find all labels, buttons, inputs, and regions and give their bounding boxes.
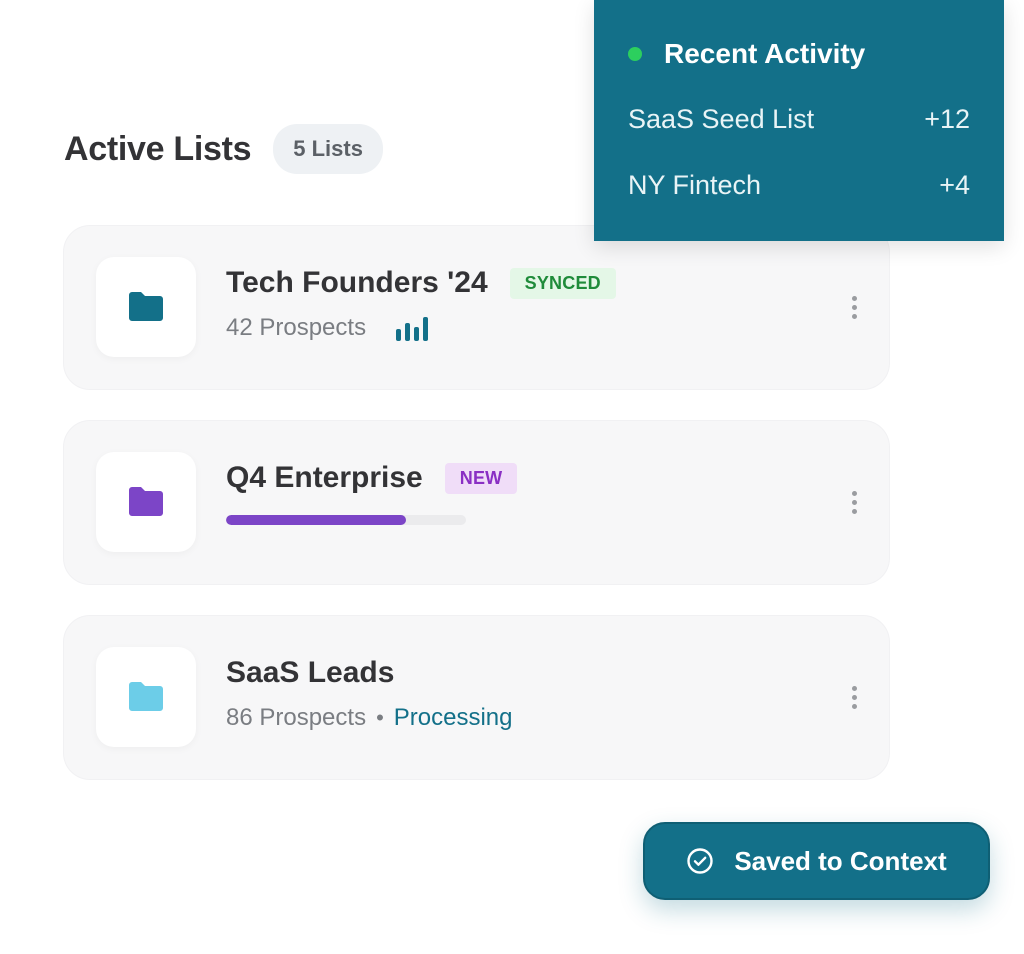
new-tag: NEW bbox=[444, 462, 518, 494]
activity-item-delta: +12 bbox=[924, 104, 970, 134]
check-circle-icon bbox=[686, 847, 714, 875]
more-options-icon[interactable] bbox=[848, 290, 860, 324]
activity-item[interactable]: NY Fintech +4 bbox=[628, 170, 970, 201]
more-options-icon[interactable] bbox=[848, 485, 860, 519]
prospect-count: 42 Prospects bbox=[226, 314, 367, 341]
list-title: SaaS Leads bbox=[226, 656, 395, 689]
recent-activity-panel: Recent Activity SaaS Seed List +12 NY Fi… bbox=[594, 0, 1004, 241]
bar-chart-icon bbox=[396, 315, 429, 341]
activity-title: Recent Activity bbox=[664, 38, 866, 69]
folder-tile bbox=[96, 257, 196, 357]
folder-tile bbox=[96, 647, 196, 747]
activity-item-delta: +4 bbox=[939, 170, 970, 200]
list-card-saas-leads[interactable]: SaaS Leads 86 Prospects • Processing bbox=[64, 616, 889, 779]
activity-item-name: NY Fintech bbox=[628, 170, 762, 200]
folder-icon bbox=[129, 292, 163, 321]
folder-icon bbox=[129, 682, 163, 711]
folder-icon bbox=[129, 487, 163, 516]
list-header: Active Lists 5 Lists bbox=[64, 124, 383, 174]
saved-to-context-button[interactable]: Saved to Context bbox=[643, 822, 990, 900]
saved-button-label: Saved to Context bbox=[734, 845, 947, 876]
list-card-tech-founders[interactable]: Tech Founders '24 SYNCED 42 Prospects bbox=[64, 226, 889, 389]
prospect-count: 86 Prospects bbox=[226, 704, 367, 731]
list-title: Tech Founders '24 bbox=[226, 266, 488, 299]
page-title: Active Lists bbox=[64, 129, 252, 168]
more-options-icon[interactable] bbox=[848, 680, 860, 714]
activity-item-name: SaaS Seed List bbox=[628, 104, 815, 134]
list-card-q4-enterprise[interactable]: Q4 Enterprise NEW bbox=[64, 421, 889, 584]
progress-bar bbox=[226, 515, 466, 525]
list-title: Q4 Enterprise bbox=[226, 461, 423, 494]
processing-status: Processing bbox=[393, 704, 513, 731]
synced-tag: SYNCED bbox=[509, 267, 616, 299]
folder-tile bbox=[96, 452, 196, 552]
live-indicator-icon bbox=[628, 47, 642, 61]
progress-fill bbox=[226, 515, 406, 525]
bullet-separator: • bbox=[376, 705, 384, 730]
activity-item[interactable]: SaaS Seed List +12 bbox=[628, 104, 970, 135]
list-count-badge: 5 Lists bbox=[273, 124, 383, 174]
